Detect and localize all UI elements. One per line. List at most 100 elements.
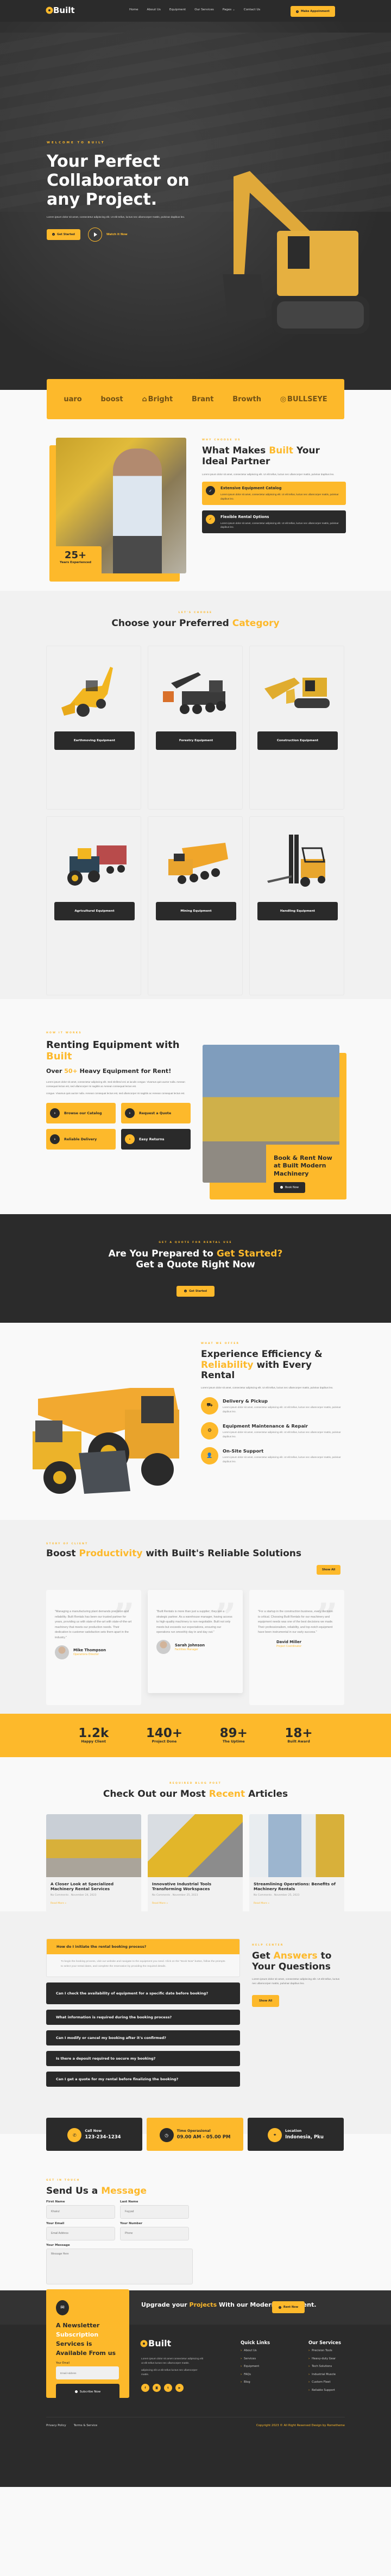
gears-icon: ⚙ [201, 1422, 218, 1439]
step-request-quote[interactable]: › Request a Quote [121, 1103, 191, 1124]
user-support-icon: 👤 [201, 1447, 218, 1464]
faq-item-open: How do I initiate the rental booking pro… [46, 1939, 240, 1978]
faq-question[interactable]: Can I get a quote for my rental before f… [46, 2072, 240, 2087]
make-appointment-button[interactable]: Make Appoinment [291, 6, 335, 17]
category-card[interactable]: Mining Equipment [148, 816, 243, 995]
read-more-link[interactable]: Read More » [254, 1902, 269, 1905]
get-started-button[interactable]: Get Started [47, 229, 80, 240]
get-started-button[interactable]: Get Started [176, 1285, 215, 1297]
footer-link[interactable]: Reliable Support [308, 2389, 341, 2392]
show-all-testimonials-button[interactable]: Show All [317, 1565, 341, 1575]
book-now-button[interactable]: Book Now [274, 1182, 305, 1193]
top-nav: Built Home About Us Equipment Our Servic… [0, 0, 391, 22]
step-reliable-delivery[interactable]: › Reliable Delivery [46, 1129, 116, 1150]
footer-link[interactable]: About Us [241, 2349, 270, 2352]
nav-services[interactable]: Our Services [194, 8, 214, 11]
step-easy-returns[interactable]: › Easy Returns [121, 1129, 191, 1150]
map-pin-icon: ⌖ [268, 2128, 282, 2142]
play-icon[interactable] [87, 227, 102, 242]
partner-logo: ⌂ Bright [142, 395, 173, 403]
category-card[interactable]: Construction Equipment [249, 645, 344, 810]
arrow-circle-icon [74, 2390, 78, 2394]
footer-link[interactable]: FAQs [241, 2373, 270, 2376]
category-card[interactable]: Forestry Equipment [148, 645, 243, 810]
section-subtitle: Over 50+ Heavy Equipment for Rent! [46, 1068, 172, 1075]
category-card[interactable]: Agricultural Equipment [46, 816, 141, 995]
section-text: Lorem ipsum dolor sit amet, consectetur … [252, 1978, 340, 1985]
blog-section: Required Blog Post Check Out our Most Re… [0, 1757, 391, 1915]
stat-item: 89+ The Uptime [219, 1726, 248, 1744]
nav-about[interactable]: About Us [147, 8, 161, 11]
what-we-offer-section: What We Offer Experience Efficiency & Re… [0, 1323, 391, 1520]
read-more-link[interactable]: Read More » [51, 1902, 66, 1905]
hero-title: Your Perfect Collaborator on any Project… [47, 152, 190, 210]
testimonial-grid: ” "Managing a manufacturing plant demands… [46, 1590, 344, 1705]
nav-equipment[interactable]: Equipment [169, 8, 186, 11]
category-card[interactable]: Earthmoving Equipment [46, 645, 141, 810]
chevron-right-icon: › [50, 1134, 60, 1145]
section-title: Boost Productivity with Built's Reliable… [46, 1548, 302, 1559]
blog-card[interactable]: Streamlining Operations: Benefits of Mac… [249, 1814, 344, 1915]
last-name-input[interactable] [120, 2205, 189, 2219]
category-card[interactable]: Handling Equipment [249, 816, 344, 995]
stats-band: 1.2k Happy Client 140+ Project Done 89+ The… [0, 1714, 391, 1757]
message-textarea[interactable] [46, 2248, 193, 2284]
footer-link[interactable]: Blog [241, 2381, 270, 2384]
faq-question[interactable]: Is there a deposit required to secure my… [46, 2051, 240, 2067]
quote-cta-section: Get a Quote for Rental Use Are You Prepa… [0, 1214, 391, 1323]
nav-home[interactable]: Home [129, 8, 138, 11]
show-all-faq-button[interactable]: Show All [252, 1994, 280, 2007]
mining-truck-image [168, 842, 228, 884]
instagram-icon[interactable]: ◙ [153, 2384, 161, 2392]
terms-service-link[interactable]: Terms & Service [74, 2424, 97, 2427]
step-browse-catalog[interactable]: › Browse our Catalog [46, 1103, 116, 1124]
newsletter-email-input[interactable] [56, 2366, 119, 2380]
stat-item: 18+ Built Award [285, 1726, 313, 1744]
nav-contact[interactable]: Contact Us [244, 8, 261, 11]
blog-card[interactable]: A Closer Look at Specialized Machinery R… [46, 1814, 141, 1915]
nav-pages[interactable]: Pages ⌄ [223, 8, 235, 11]
call-card: ✆ Call Now 123-234-1234 [46, 2118, 142, 2151]
twitter-icon[interactable]: t [164, 2384, 172, 2392]
logo[interactable]: Built [47, 5, 75, 15]
partner-logo: ◎ BULLSEYE [280, 395, 327, 403]
faq-question[interactable]: Can I check the availability of equipmen… [46, 1982, 240, 2005]
partner-logo: uaro [64, 395, 82, 403]
rent-now-button[interactable]: Rent Now [272, 2301, 305, 2313]
avatar [156, 1640, 171, 1655]
footer-link[interactable]: Custom Fleet [308, 2381, 341, 2384]
section-eyebrow: Help Center [252, 1944, 284, 1947]
section-eyebrow: Get in Touch [46, 2179, 80, 2182]
footer-link[interactable]: Heavy-duty Gear [308, 2357, 341, 2360]
section-title: Check Out our Most Recent Articles [103, 1789, 288, 1800]
faq-question[interactable]: How do I initiate the rental booking pro… [47, 1939, 239, 1954]
faq-question[interactable]: What information is required during the … [46, 2010, 240, 2025]
first-name-input[interactable] [46, 2205, 115, 2219]
watch-now-link[interactable]: Watch it Now [106, 233, 128, 236]
testimonial-card: ” "Built Rentals is more than just a supp… [148, 1590, 243, 1693]
offer-item: 👤 On-Site Support Lorem ipsum dolor sit am… [201, 1447, 348, 1464]
footer-link[interactable]: Precision Tools [308, 2349, 341, 2352]
chevron-down-icon: ⌄ [232, 8, 235, 11]
footer-link[interactable]: Tech Solutions [308, 2365, 341, 2368]
footer-link[interactable]: Equipment [241, 2365, 270, 2368]
arrow-circle-icon [52, 233, 55, 236]
blog-card[interactable]: Innovative Industrial Tools Transforming… [148, 1814, 243, 1915]
subscribe-button[interactable]: Subcribe Now [56, 2384, 119, 2400]
partner-image: 25+ Years Experienced [49, 438, 212, 582]
youtube-icon[interactable]: ▶ [175, 2384, 184, 2392]
excavator-image [264, 677, 330, 708]
section-title: Get Answers to Your Questions [252, 1950, 332, 1972]
read-more-link[interactable]: Read More » [152, 1902, 168, 1905]
phone-input[interactable] [120, 2226, 189, 2240]
privacy-policy-link[interactable]: Privacy Policy [46, 2424, 66, 2427]
email-input[interactable] [46, 2226, 115, 2240]
section-text: congue. Vivamus quis auctor nulla. Aenea… [46, 1092, 185, 1095]
footer-logo[interactable]: Built [141, 2338, 171, 2348]
facebook-icon[interactable]: f [141, 2384, 149, 2392]
footer-link[interactable]: Industrial Muscle [308, 2373, 341, 2376]
blog-image [46, 1814, 141, 1877]
section-title: Renting Equipment with Built [46, 1039, 180, 1062]
faq-question[interactable]: Can I modify or cancel my booking after … [46, 2030, 240, 2046]
footer-link[interactable]: Services [241, 2357, 270, 2360]
